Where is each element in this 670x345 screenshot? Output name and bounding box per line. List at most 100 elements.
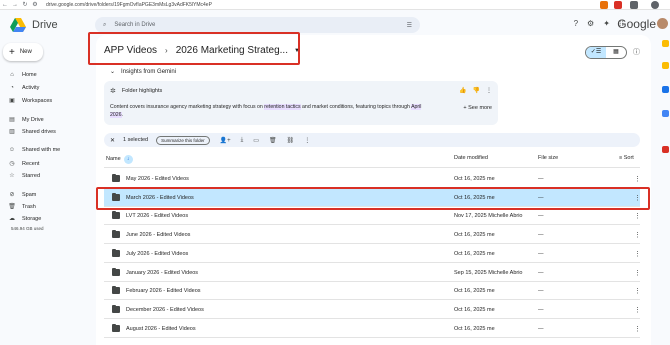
summarize-folder-button[interactable]: Summarize this folder	[156, 135, 210, 145]
profile-icon[interactable]	[651, 1, 659, 9]
file-date-modified: Oct 16, 2025 me	[454, 250, 495, 257]
sidebar-item-shared-drives[interactable]: ▥ Shared drives	[8, 128, 56, 136]
spam-icon: ⊘	[9, 192, 15, 198]
table-row[interactable]: December 2026 - Edited Videos Oct 16, 202…	[104, 301, 641, 319]
view-toggle[interactable]: ✓☰ ▦	[585, 46, 627, 59]
info-icon[interactable]: ⓘ	[633, 47, 640, 57]
drive-logo[interactable]: Drive	[10, 18, 58, 32]
insights-toggle[interactable]: ⌄ Insights from Gemini	[110, 68, 176, 76]
new-button[interactable]: + New	[3, 43, 43, 61]
shared-drives-icon: ▥	[9, 129, 15, 135]
file-name[interactable]: May 2026 - Edited Videos	[126, 176, 189, 182]
table-row[interactable]: June 2026 - Edited Videos Oct 16, 2025 me…	[104, 226, 641, 245]
help-icon[interactable]: ?	[574, 19, 578, 28]
site-info-icon[interactable]: ⚙	[30, 1, 40, 8]
file-name[interactable]: June 2026 - Edited Videos	[126, 232, 190, 238]
more-vert-icon[interactable]: ⋮	[634, 306, 641, 314]
google-account-label[interactable]: Google	[617, 17, 656, 31]
sidebar-item-storage[interactable]: ☁ Storage	[8, 215, 41, 223]
table-row[interactable]: May 2026 - Edited Videos Oct 16, 2025 me —…	[104, 170, 641, 188]
file-name[interactable]: July 2026 - Edited Videos	[126, 251, 188, 257]
sidebar-item-my-drive[interactable]: ▤ My Drive	[8, 116, 44, 124]
file-size: —	[538, 250, 544, 257]
file-name[interactable]: March 2026 - Edited Videos	[126, 195, 194, 201]
table-row[interactable]: LVT 2026 - Edited Videos Nov 17, 2025 Mic…	[104, 207, 641, 226]
sidebar-item-starred[interactable]: ☆ Starred	[8, 172, 40, 180]
delete-icon[interactable]: 🗑	[269, 137, 277, 144]
sidebar-item-label: Trash	[22, 203, 36, 210]
avatar[interactable]	[657, 18, 668, 29]
file-name[interactable]: August 2026 - Edited Videos	[126, 326, 196, 332]
extension-icon[interactable]	[614, 1, 622, 9]
more-actions-icon[interactable]: ⋮	[304, 137, 310, 144]
search-options-icon[interactable]: ☰	[407, 22, 412, 29]
table-row[interactable]: January 2026 - Edited Videos Sep 15, 2025…	[104, 264, 641, 282]
sidebar-item-shared-with-me[interactable]: ☺ Shared with me	[8, 147, 60, 153]
more-vert-icon[interactable]: ⋮	[634, 287, 641, 295]
more-vert-icon[interactable]: ⋮	[634, 269, 641, 277]
calendar-icon[interactable]	[662, 40, 669, 47]
more-vert-icon[interactable]: ⋮	[634, 212, 641, 220]
breadcrumb-current[interactable]: 2026 Marketing Strateg...	[176, 45, 288, 56]
sort-arrow-down-icon[interactable]: ↓	[123, 155, 133, 164]
back-icon[interactable]: ←	[0, 2, 10, 8]
column-header-date[interactable]: Date modified	[454, 155, 488, 161]
sidebar-item-label: Workspaces	[22, 97, 53, 104]
file-size: —	[538, 176, 544, 182]
file-name[interactable]: February 2026 - Edited Videos	[126, 288, 201, 294]
file-name[interactable]: LVT 2026 - Edited Videos	[126, 213, 188, 219]
file-name[interactable]: December 2026 - Edited Videos	[126, 307, 204, 313]
caret-down-icon[interactable]: ▼	[294, 48, 300, 54]
search-input[interactable]: ⌕ Search in Drive ☰	[95, 17, 420, 33]
keep-icon[interactable]	[662, 62, 669, 69]
settings-icon[interactable]: ⚙	[587, 19, 594, 28]
download-icon[interactable]: ⤓	[241, 137, 244, 144]
sidebar-item-workspaces[interactable]: ▣ Workspaces	[8, 97, 53, 105]
see-more-button[interactable]: + See more	[463, 105, 492, 111]
column-header-size[interactable]: File size	[538, 155, 558, 161]
gemini-icon[interactable]: ✦	[603, 19, 610, 28]
table-row[interactable]: March 2026 - Edited Videos Oct 16, 2025 m…	[104, 188, 641, 207]
sidebar-item-home[interactable]: ⌂ Home	[8, 72, 36, 78]
grid-view-icon[interactable]: ▦	[606, 47, 626, 58]
list-view-icon[interactable]: ✓☰	[586, 47, 606, 58]
file-name[interactable]: January 2026 - Edited Videos	[126, 270, 198, 276]
tasks-icon[interactable]	[662, 86, 669, 93]
extensions-puzzle-icon[interactable]	[630, 1, 638, 9]
more-vert-icon[interactable]: ⋮	[634, 250, 641, 258]
clear-selection-icon[interactable]: ✕	[110, 137, 115, 144]
copy-link-icon[interactable]: ⛓	[287, 137, 295, 144]
sidebar-item-label: Activity	[22, 85, 40, 91]
more-vert-icon[interactable]: ⋮	[634, 231, 641, 239]
contacts-icon[interactable]	[662, 110, 669, 117]
sidebar-item-activity[interactable]: ◔ Activity	[8, 85, 39, 91]
move-icon[interactable]: ▭	[253, 137, 259, 144]
table-row[interactable]: August 2026 - Edited Videos Oct 16, 2025 …	[104, 320, 641, 338]
folder-icon	[112, 211, 120, 220]
thumbs-down-icon[interactable]: 👎	[473, 87, 480, 94]
sidebar-item-recent[interactable]: ◷ Recent	[8, 160, 39, 168]
address-bar[interactable]: drive.google.com/drive/folders/19FgmOvfI…	[46, 2, 212, 8]
share-icon[interactable]: 👤+	[220, 137, 231, 144]
selection-toolbar: ✕ 1 selected Summarize this folder 👤+ ⤓ …	[104, 133, 640, 147]
sort-button[interactable]: ≡ Sort	[619, 155, 634, 161]
forward-icon[interactable]: →	[10, 2, 20, 8]
see-more-label: See more	[468, 105, 492, 111]
more-vert-icon[interactable]: ⋮	[486, 87, 492, 94]
table-row[interactable]: July 2026 - Edited Videos Oct 16, 2025 me…	[104, 245, 641, 263]
breadcrumb-parent[interactable]: APP Videos	[104, 45, 157, 56]
addon-icon[interactable]	[662, 146, 669, 153]
column-header-name[interactable]: Name ↓	[106, 155, 133, 164]
thumbs-up-icon[interactable]: 👍	[459, 87, 466, 94]
file-date-modified: Oct 16, 2025 me	[454, 325, 495, 332]
folder-icon	[112, 267, 120, 276]
more-vert-icon[interactable]: ⋮	[634, 194, 641, 202]
sidebar-item-spam[interactable]: ⊘ Spam	[8, 191, 36, 199]
sidebar-item-trash[interactable]: 🗑 Trash	[8, 203, 36, 211]
reload-icon[interactable]: ↻	[20, 1, 30, 8]
table-row[interactable]: February 2026 - Edited Videos Oct 16, 202…	[104, 282, 641, 301]
more-vert-icon[interactable]: ⋮	[634, 325, 641, 333]
search-icon[interactable]: ⌕	[103, 22, 106, 29]
extension-icon[interactable]	[600, 1, 608, 9]
more-vert-icon[interactable]: ⋮	[634, 175, 641, 183]
